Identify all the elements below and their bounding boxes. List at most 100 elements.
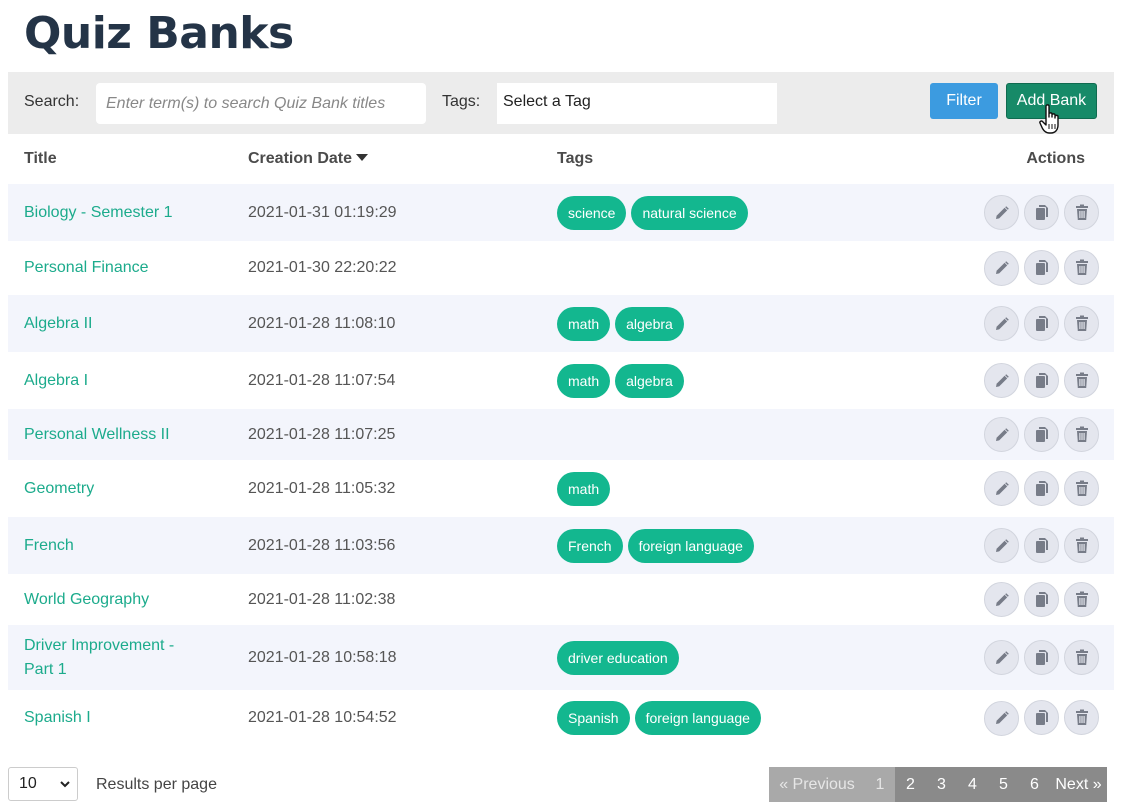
hand-cursor-icon [1039,104,1059,134]
page-title: Quiz Banks [24,8,294,59]
tag-badge[interactable]: algebra [615,363,684,398]
title-cell: Biology - Semester 1 [8,184,232,241]
tag-badge[interactable]: math [557,306,611,341]
page-button-1[interactable]: 1 [865,767,895,802]
edit-icon [994,427,1010,443]
edit-icon [994,650,1010,666]
next-page-button[interactable]: Next » [1050,767,1107,802]
table-row: French 2021-01-28 11:03:56 French foreign l… [8,517,1114,574]
copy-button[interactable] [1024,194,1059,230]
quiz-bank-title-link[interactable]: Algebra I [24,369,88,393]
title-cell: French [8,517,232,574]
tag-badge[interactable]: driver education [557,640,679,675]
trash-button[interactable] [1064,581,1099,617]
tags-cell: math [541,460,934,517]
quiz-bank-title-link[interactable]: Algebra II [24,312,92,336]
page-button-6[interactable]: 6 [1019,767,1050,802]
quiz-bank-title-link[interactable]: Spanish I [24,706,91,730]
edit-button[interactable] [984,640,1019,676]
actions-cell [934,295,1114,352]
edit-button[interactable] [984,195,1019,231]
copy-button[interactable] [1024,527,1059,563]
copy-button[interactable] [1024,250,1059,286]
trash-button[interactable] [1064,250,1099,286]
trash-button[interactable] [1064,527,1099,563]
copy-button[interactable] [1024,416,1059,452]
trash-button[interactable] [1064,194,1099,230]
tag-badge[interactable]: math [557,471,611,506]
tags-cell [541,409,934,460]
trash-button[interactable] [1064,416,1099,452]
quiz-bank-title-link[interactable]: Personal Finance [24,256,149,280]
copy-button[interactable] [1024,362,1059,398]
quiz-bank-title-link[interactable]: Driver Improvement - Part 1 [24,634,204,682]
edit-icon [994,373,1010,389]
trash-icon [1074,649,1090,666]
sort-descending-icon [356,154,369,161]
creation-date-cell: 2021-01-28 11:03:56 [232,517,541,574]
tag-badge[interactable]: Spanish [557,701,630,735]
edit-button[interactable] [984,363,1019,399]
tag-badge[interactable]: foreign language [627,528,754,563]
edit-button[interactable] [984,417,1019,453]
edit-button[interactable] [984,250,1019,286]
filter-button[interactable]: Filter [930,83,998,119]
page-button-2[interactable]: 2 [895,767,926,802]
copy-button[interactable] [1024,700,1059,736]
trash-button[interactable] [1064,470,1099,506]
creation-date: 2021-01-28 11:05:32 [248,479,396,497]
edit-button[interactable] [984,306,1019,342]
pagination: « Previous 1 2 3 4 5 6 Next » [769,767,1107,802]
trash-button[interactable] [1064,362,1099,398]
edit-icon [994,710,1010,726]
trash-button[interactable] [1064,700,1099,736]
trash-icon [1074,259,1090,276]
tag-badge[interactable]: science [557,195,627,230]
edit-icon [994,205,1010,221]
edit-button[interactable] [984,528,1019,564]
previous-page-button[interactable]: « Previous [769,767,865,802]
column-header-creation-date[interactable]: Creation Date [232,134,541,184]
title-cell: Driver Improvement - Part 1 [8,625,232,690]
tag-badge[interactable]: French [557,528,623,563]
actions-cell [934,517,1114,574]
tag-badge[interactable]: natural science [631,195,748,230]
tag-select[interactable]: Select a Tag [497,83,777,124]
quiz-bank-title-link[interactable]: Biology - Semester 1 [24,201,173,225]
edit-button[interactable] [984,582,1019,618]
copy-button[interactable] [1024,305,1059,341]
search-input[interactable] [96,83,426,124]
edit-button[interactable] [984,471,1019,507]
tag-badge[interactable]: math [557,363,611,398]
copy-icon [1034,649,1050,666]
table-row: Biology - Semester 1 2021-01-31 01:19:29 s… [8,184,1114,241]
edit-button[interactable] [984,700,1019,736]
creation-date-cell: 2021-01-31 01:19:29 [232,184,541,241]
copy-button[interactable] [1024,470,1059,506]
column-header-title[interactable]: Title [8,134,232,184]
creation-date-cell: 2021-01-28 10:54:52 [232,690,541,746]
page-button-3[interactable]: 3 [926,767,957,802]
edit-icon [994,260,1010,276]
copy-button[interactable] [1024,639,1059,675]
creation-date-cell: 2021-01-28 11:05:32 [232,460,541,517]
quiz-bank-title-link[interactable]: World Geography [24,588,149,612]
copy-button[interactable] [1024,581,1059,617]
table-row: Algebra II 2021-01-28 11:08:10 math algebra [8,295,1114,352]
table-row: Driver Improvement - Part 1 2021-01-28 10… [8,625,1114,690]
quiz-bank-title-link[interactable]: French [24,534,74,558]
quiz-bank-title-link[interactable]: Personal Wellness II [24,423,170,447]
trash-button[interactable] [1064,305,1099,341]
creation-date: 2021-01-28 11:07:54 [248,371,396,389]
actions-cell [934,625,1114,690]
trash-button[interactable] [1064,639,1099,675]
tag-badge[interactable]: foreign language [634,701,761,735]
copy-icon [1034,259,1050,276]
page-button-4[interactable]: 4 [957,767,988,802]
results-per-page-select[interactable]: 10 [8,767,78,801]
quiz-bank-title-link[interactable]: Geometry [24,477,94,501]
tag-badge[interactable]: algebra [615,306,684,341]
quiz-bank-table: Title Creation Date Tags Actions Biology… [8,134,1114,746]
creation-date-cell: 2021-01-30 22:20:22 [232,241,541,295]
page-button-5[interactable]: 5 [988,767,1019,802]
